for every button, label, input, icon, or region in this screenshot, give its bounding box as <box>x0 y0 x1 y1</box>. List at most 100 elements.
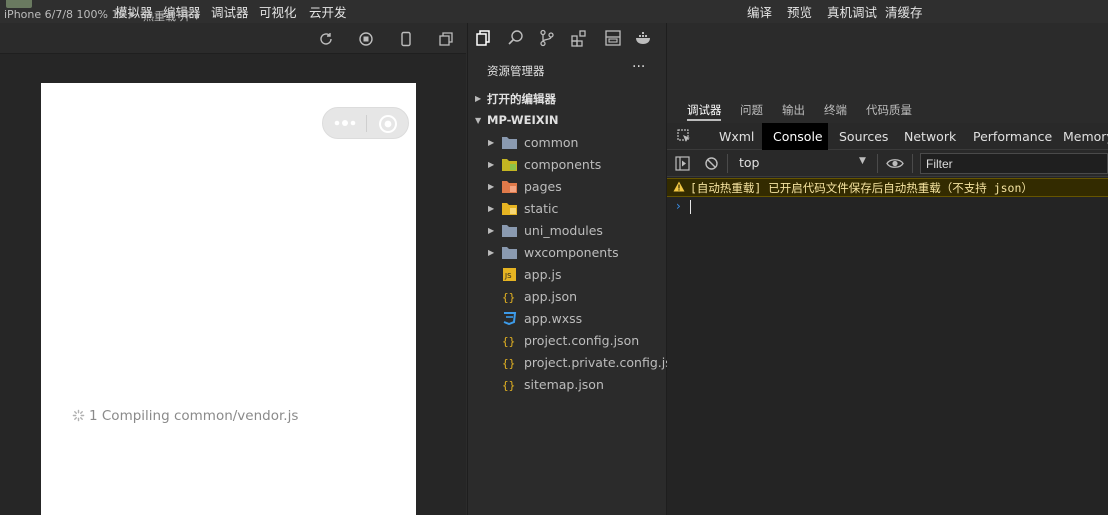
layout-icon[interactable] <box>604 29 622 47</box>
detach-window-icon[interactable] <box>438 31 454 47</box>
tree-item-label: static <box>524 201 559 216</box>
avatar[interactable] <box>6 0 32 8</box>
console-input-caret[interactable] <box>690 200 691 214</box>
menu-preview[interactable]: 预览 <box>787 2 812 21</box>
chevron-right-icon: ▶ <box>475 94 482 103</box>
filter-input[interactable] <box>920 153 1108 174</box>
tree-item-project-config[interactable]: {} project.config.json <box>468 330 666 352</box>
loading-spinner-icon <box>72 409 85 422</box>
refresh-icon[interactable] <box>318 31 334 47</box>
sidebar-toggle-icon[interactable] <box>675 156 690 171</box>
tree-item-label: components <box>524 157 602 172</box>
json-file-icon: {} <box>502 379 515 391</box>
more-dots-icon[interactable] <box>333 117 357 129</box>
device-select[interactable]: iPhone 6/7/8 100% 16 ▾ <box>4 8 135 21</box>
tab-debugger[interactable]: 调试器 <box>687 102 722 118</box>
project-section[interactable]: ▼ MP-WEIXIN <box>468 110 666 132</box>
svg-text:{}: {} <box>502 291 515 303</box>
project-label: MP-WEIXIN <box>487 113 559 127</box>
docker-icon[interactable] <box>635 29 653 47</box>
panel-wxml[interactable]: Wxml <box>719 129 754 144</box>
tree-item-app-json[interactable]: {} app.json <box>468 286 666 308</box>
devtools-header-space <box>667 23 1108 95</box>
tree-item-components[interactable]: ▶ components <box>468 154 666 176</box>
tree-item-label: app.wxss <box>524 311 583 326</box>
tree-item-pages[interactable]: ▶ pages <box>468 176 666 198</box>
hot-reload-toggle[interactable]: 热重载 开 ▾ <box>143 8 200 24</box>
tree-item-label: app.json <box>524 289 578 304</box>
tab-code-quality[interactable]: 代码质量 <box>866 102 912 118</box>
simulator-toolbar <box>0 23 466 54</box>
tree-item-project-private-config[interactable]: {} project.private.config.js... <box>468 352 684 374</box>
toolbar-divider <box>877 154 878 173</box>
chevron-right-icon: ▶ <box>488 182 495 191</box>
search-icon[interactable] <box>507 29 525 47</box>
static-folder-icon <box>502 203 517 215</box>
clear-console-icon[interactable] <box>704 156 719 171</box>
tree-item-sitemap[interactable]: {} sitemap.json <box>468 374 666 396</box>
inspect-element-icon[interactable] <box>677 129 692 144</box>
menu-remote-debug[interactable]: 真机调试 <box>827 2 877 21</box>
mini-program-capsule <box>322 107 409 139</box>
tree-item-static[interactable]: ▶ static <box>468 198 666 220</box>
stop-icon[interactable] <box>358 31 374 47</box>
tree-item-label: wxcomponents <box>524 245 619 260</box>
tab-active-indicator <box>687 119 721 121</box>
context-select[interactable]: top ▼ <box>734 153 874 173</box>
tree-item-label: project.config.json <box>524 333 640 348</box>
tab-terminal[interactable]: 终端 <box>824 102 847 118</box>
svg-text:{}: {} <box>502 379 515 391</box>
chevron-right-icon: ▶ <box>488 248 495 257</box>
panel-memory[interactable]: Memory <box>1063 129 1108 144</box>
tree-item-label: app.js <box>524 267 562 282</box>
menu-compile[interactable]: 编译 <box>747 2 772 21</box>
open-editors-section[interactable]: ▶ 打开的编辑器 <box>468 88 666 110</box>
phone-screen[interactable] <box>41 83 416 515</box>
explorer-more-button[interactable]: ··· <box>632 59 645 75</box>
open-editors-label: 打开的编辑器 <box>487 92 556 106</box>
pages-folder-icon <box>502 181 517 193</box>
app-window: 模拟器 编辑器 调试器 可视化 云开发 编译 预览 真机调试 清缓存 iPhon… <box>0 0 1108 515</box>
toolbar-divider <box>727 154 728 173</box>
panel-sources[interactable]: Sources <box>839 129 888 144</box>
chevron-right-icon: ▶ <box>488 138 495 147</box>
menu-clear-cache[interactable]: 清缓存 <box>885 2 923 21</box>
tree-item-wxcomponents[interactable]: ▶ wxcomponents <box>468 242 666 264</box>
extensions-icon[interactable] <box>570 29 588 47</box>
folder-icon <box>502 247 517 259</box>
menu-visual[interactable]: 可视化 <box>259 2 297 21</box>
svg-text:JS: JS <box>504 272 512 280</box>
chevron-down-icon: ▼ <box>475 116 482 125</box>
json-file-icon: {} <box>502 357 515 369</box>
phone-icon[interactable] <box>398 31 414 47</box>
js-file-icon: JS <box>503 268 516 281</box>
tree-item-label: sitemap.json <box>524 377 604 392</box>
capsule-divider <box>366 115 367 132</box>
menu-debugger[interactable]: 调试器 <box>211 2 249 21</box>
context-value: top <box>739 155 760 170</box>
close-target-icon[interactable] <box>378 114 398 134</box>
wxss-file-icon <box>503 312 517 325</box>
warning-icon <box>673 181 685 192</box>
tree-item-app-wxss[interactable]: app.wxss <box>468 308 666 330</box>
tree-item-uni-modules[interactable]: ▶ uni_modules <box>468 220 666 242</box>
menu-cloud[interactable]: 云开发 <box>309 2 347 21</box>
source-control-icon[interactable] <box>538 29 556 47</box>
tree-item-common[interactable]: ▶ common <box>468 132 666 154</box>
chevron-right-icon: ▶ <box>488 160 495 169</box>
tab-output[interactable]: 输出 <box>782 102 805 118</box>
console-prompt-icon: › <box>676 199 681 213</box>
tree-item-label: project.private.config.js... <box>524 355 684 370</box>
compiling-text: 1 Compiling common/vendor.js <box>89 408 299 424</box>
panel-performance[interactable]: Performance <box>973 129 1052 144</box>
toolbar-divider <box>912 154 913 173</box>
eye-icon[interactable] <box>886 156 904 171</box>
chevron-right-icon: ▶ <box>488 226 495 235</box>
tree-item-app-js[interactable]: JS app.js <box>468 264 666 286</box>
tree-item-label: pages <box>524 179 562 194</box>
chevron-right-icon: ▶ <box>488 204 495 213</box>
tab-problems[interactable]: 问题 <box>740 102 763 118</box>
panel-console[interactable]: Console <box>773 129 823 144</box>
files-icon[interactable] <box>474 29 492 47</box>
panel-network[interactable]: Network <box>904 129 956 144</box>
